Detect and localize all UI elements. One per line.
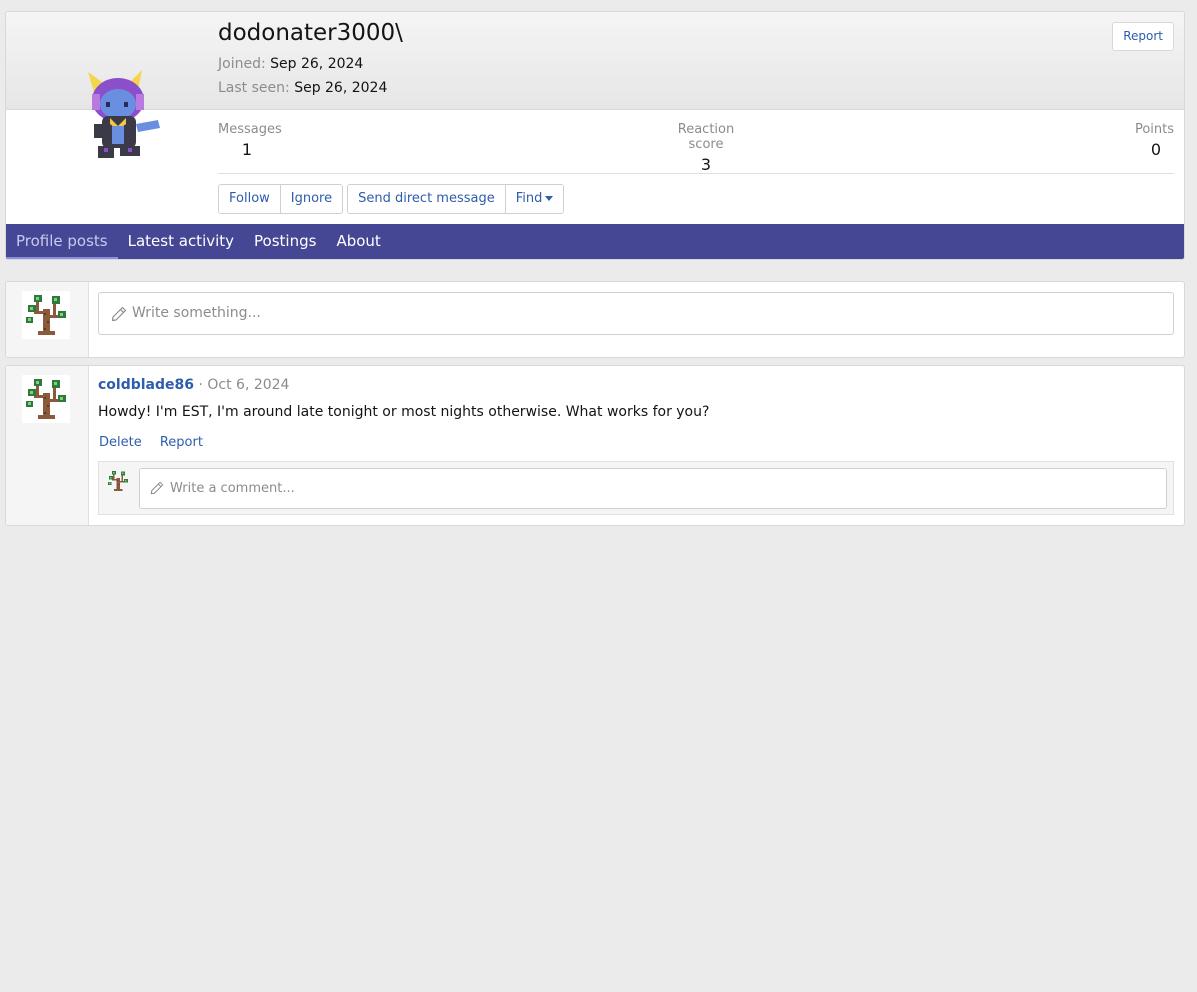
stat-points[interactable]: Points 0 — [1134, 122, 1174, 159]
post-sidebar — [6, 366, 89, 525]
post-separator: · — [198, 377, 203, 393]
joined-label: Joined: — [218, 56, 266, 72]
stat-reaction-score[interactable]: Reaction score 3 — [661, 122, 751, 174]
profile-tabs: Profile posts Latest activity Postings A… — [6, 224, 1184, 259]
joined-line: Joined: Sep 26, 2024 — [218, 56, 363, 72]
profile-banner — [6, 12, 1184, 110]
comment-input[interactable]: Write a comment... — [139, 468, 1167, 509]
report-post-link[interactable]: Report — [160, 435, 203, 450]
write-something-input[interactable]: Write something... — [98, 292, 1174, 335]
write-something-placeholder: Write something... — [132, 305, 261, 321]
find-menu-button[interactable]: Find — [504, 185, 564, 213]
pencil-icon — [150, 481, 164, 495]
points-value: 0 — [1150, 140, 1162, 159]
messages-label: Messages — [218, 122, 282, 137]
follow-button[interactable]: Follow — [219, 185, 280, 213]
find-label: Find — [515, 191, 543, 206]
ignore-button[interactable]: Ignore — [279, 185, 343, 213]
profile-username: dodonater3000\ — [218, 20, 403, 46]
points-label: Points — [1134, 122, 1174, 137]
reaction-value: 3 — [700, 155, 712, 174]
composer-sidebar — [6, 282, 89, 357]
profile-actions: Follow Ignore Send direct message Find — [218, 184, 565, 214]
pencil-icon — [111, 306, 127, 322]
stat-messages[interactable]: Messages 1 — [218, 122, 282, 159]
chevron-down-icon — [545, 196, 554, 201]
last-seen-line: Last seen: Sep 26, 2024 — [218, 80, 387, 96]
tab-about[interactable]: About — [326, 224, 390, 259]
message-find-group: Send direct message Find — [347, 184, 565, 214]
delete-post-link[interactable]: Delete — [99, 435, 142, 450]
comment-area: Write a comment... — [98, 461, 1174, 515]
current-user-avatar[interactable] — [22, 291, 70, 339]
post-actions: Delete Report — [99, 435, 217, 450]
profile-avatar[interactable] — [82, 66, 164, 162]
post-author-avatar[interactable] — [22, 375, 70, 423]
post-body: Howdy! I'm EST, I'm around late tonight … — [98, 404, 710, 420]
follow-ignore-group: Follow Ignore — [218, 184, 344, 214]
post-header: coldblade86 · Oct 6, 2024 — [98, 377, 289, 393]
last-seen-date: Sep 26, 2024 — [294, 80, 388, 96]
comment-placeholder: Write a comment... — [170, 481, 295, 496]
profile-header: dodonater3000\ Joined: Sep 26, 2024 Last… — [5, 11, 1185, 260]
report-profile-button[interactable]: Report — [1112, 22, 1174, 51]
tab-profile-posts[interactable]: Profile posts — [6, 224, 118, 259]
post-author-link[interactable]: coldblade86 — [98, 377, 194, 393]
reaction-label: Reaction score — [677, 122, 735, 152]
commenter-avatar[interactable] — [106, 469, 130, 493]
profile-post: coldblade86 · Oct 6, 2024 Howdy! I'm EST… — [5, 365, 1185, 526]
profile-stats: Messages 1 Reaction score 3 Points 0 — [218, 122, 1174, 174]
tab-latest-activity[interactable]: Latest activity — [118, 224, 244, 259]
last-seen-label: Last seen: — [218, 80, 290, 96]
tab-postings[interactable]: Postings — [244, 224, 326, 259]
messages-value: 1 — [241, 140, 253, 159]
post-date[interactable]: Oct 6, 2024 — [207, 377, 289, 393]
profile-post-composer: Write something... — [5, 281, 1185, 358]
send-direct-message-button[interactable]: Send direct message — [348, 185, 505, 213]
joined-date: Sep 26, 2024 — [270, 56, 364, 72]
